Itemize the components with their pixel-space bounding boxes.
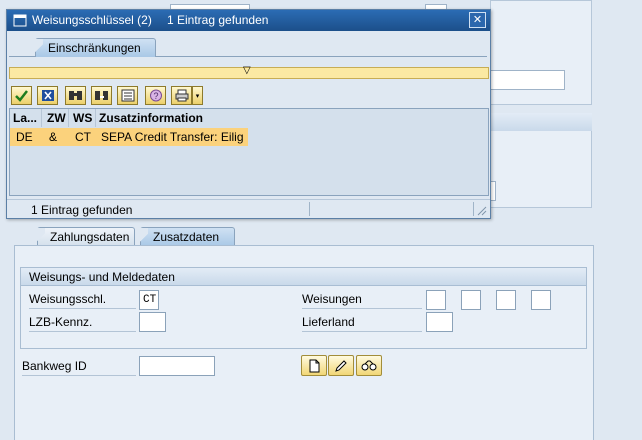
lieferland-label: Lieferland [302, 315, 422, 332]
grid-header-row: La... ZW WS Zusatzinformation [10, 109, 488, 127]
background-panel-middle-header [490, 113, 592, 131]
bankweg-display-button[interactable] [356, 355, 382, 376]
svg-text:?: ? [153, 91, 158, 101]
print-icon [175, 89, 188, 102]
column-header-ws[interactable]: WS [70, 109, 96, 127]
tab-einschraenkungen-label: Einschränkungen [48, 41, 141, 55]
dialog-status-bar: 1 Eintrag gefunden [7, 199, 490, 219]
bankweg-id-label: Bankweg ID [22, 359, 136, 376]
weisungen-input-3[interactable] [496, 290, 516, 310]
close-icon: ✕ [472, 14, 483, 26]
cell-ws: CT [75, 130, 91, 144]
weisungen-input-2[interactable] [461, 290, 481, 310]
print-button[interactable] [171, 86, 192, 105]
expand-arrow-icon: ▽ [243, 65, 251, 76]
find-icon [69, 91, 82, 100]
cell-zusatzinformation: SEPA Credit Transfer: Eilig [101, 130, 244, 144]
weisungsschl-label: Weisungsschl. [29, 292, 136, 309]
checkmark-icon [15, 89, 28, 102]
column-header-zusatzinformation[interactable]: Zusatzinformation [96, 109, 246, 127]
close-button[interactable]: ✕ [469, 12, 486, 28]
dialog-title: Weisungsschlüssel (2) [32, 13, 152, 27]
create-icon [309, 359, 319, 372]
restrictions-toggle-bar[interactable]: ▽ [9, 65, 489, 79]
lzb-kennz-input[interactable] [139, 312, 166, 332]
window-icon [13, 14, 27, 27]
dropdown-icon: ▾ [195, 92, 200, 100]
dialog-title-status: 1 Eintrag gefunden [167, 13, 269, 27]
weisungsschl-input[interactable]: CT [139, 290, 159, 310]
cell-zw: & [49, 130, 58, 144]
display-icon [361, 360, 377, 370]
help-icon: ? [149, 89, 162, 102]
result-grid: La... ZW WS Zusatzinformation DE & CT SE… [9, 108, 489, 196]
dialog-status-text: 1 Eintrag gefunden [31, 203, 133, 217]
status-divider [309, 202, 310, 216]
find-button[interactable] [65, 86, 86, 105]
tab-einschraenkungen[interactable]: Einschränkungen [35, 38, 156, 58]
bankweg-id-input[interactable] [139, 356, 215, 376]
tab-zusatzdaten[interactable]: Zusatzdaten [140, 227, 235, 247]
weisungen-input-4[interactable] [531, 290, 551, 310]
column-header-zw[interactable]: ZW [44, 109, 69, 127]
find-next-icon [95, 91, 108, 100]
tab-zahlungsdaten[interactable]: Zahlungsdaten [37, 227, 135, 247]
table-row[interactable]: DE & CT SEPA Credit Transfer: Eilig [10, 128, 248, 146]
lieferland-input[interactable] [426, 312, 453, 332]
weisungen-input-1[interactable] [426, 290, 446, 310]
search-help-dialog: Weisungsschlüssel (2) 1 Eintrag gefunden… [6, 9, 491, 219]
dialog-toolbar: ? ▾ [11, 86, 211, 105]
tab-content-area: Weisungs- und Meldedaten [14, 245, 594, 440]
tab-zahlungsdaten-label: Zahlungsdaten [50, 230, 130, 244]
resize-grip-icon[interactable] [475, 204, 487, 216]
column-header-la[interactable]: La... [10, 109, 42, 127]
group-box-title: Weisungs- und Meldedaten [21, 268, 586, 286]
help-button[interactable]: ? [145, 86, 166, 105]
settings-icon [121, 89, 134, 102]
dialog-title-bar[interactable]: Weisungsschlüssel (2) 1 Eintrag gefunden… [7, 10, 490, 31]
background-field-3 [490, 70, 565, 90]
print-dropdown-button[interactable]: ▾ [192, 86, 203, 105]
status-divider-2 [473, 202, 474, 216]
cancel-icon [41, 90, 54, 101]
group-box-title-text: Weisungs- und Meldedaten [29, 270, 175, 284]
find-next-button[interactable] [91, 86, 112, 105]
bankweg-create-button[interactable] [301, 355, 327, 376]
cell-la: DE [16, 130, 33, 144]
tab-zusatzdaten-label: Zusatzdaten [153, 230, 220, 244]
bankweg-edit-button[interactable] [328, 355, 354, 376]
edit-icon [335, 359, 347, 372]
accept-button[interactable] [11, 86, 32, 105]
lzb-kennz-label: LZB-Kennz. [29, 315, 136, 332]
cancel-button[interactable] [37, 86, 58, 105]
settings-button[interactable] [117, 86, 138, 105]
weisungen-label: Weisungen [302, 292, 422, 309]
